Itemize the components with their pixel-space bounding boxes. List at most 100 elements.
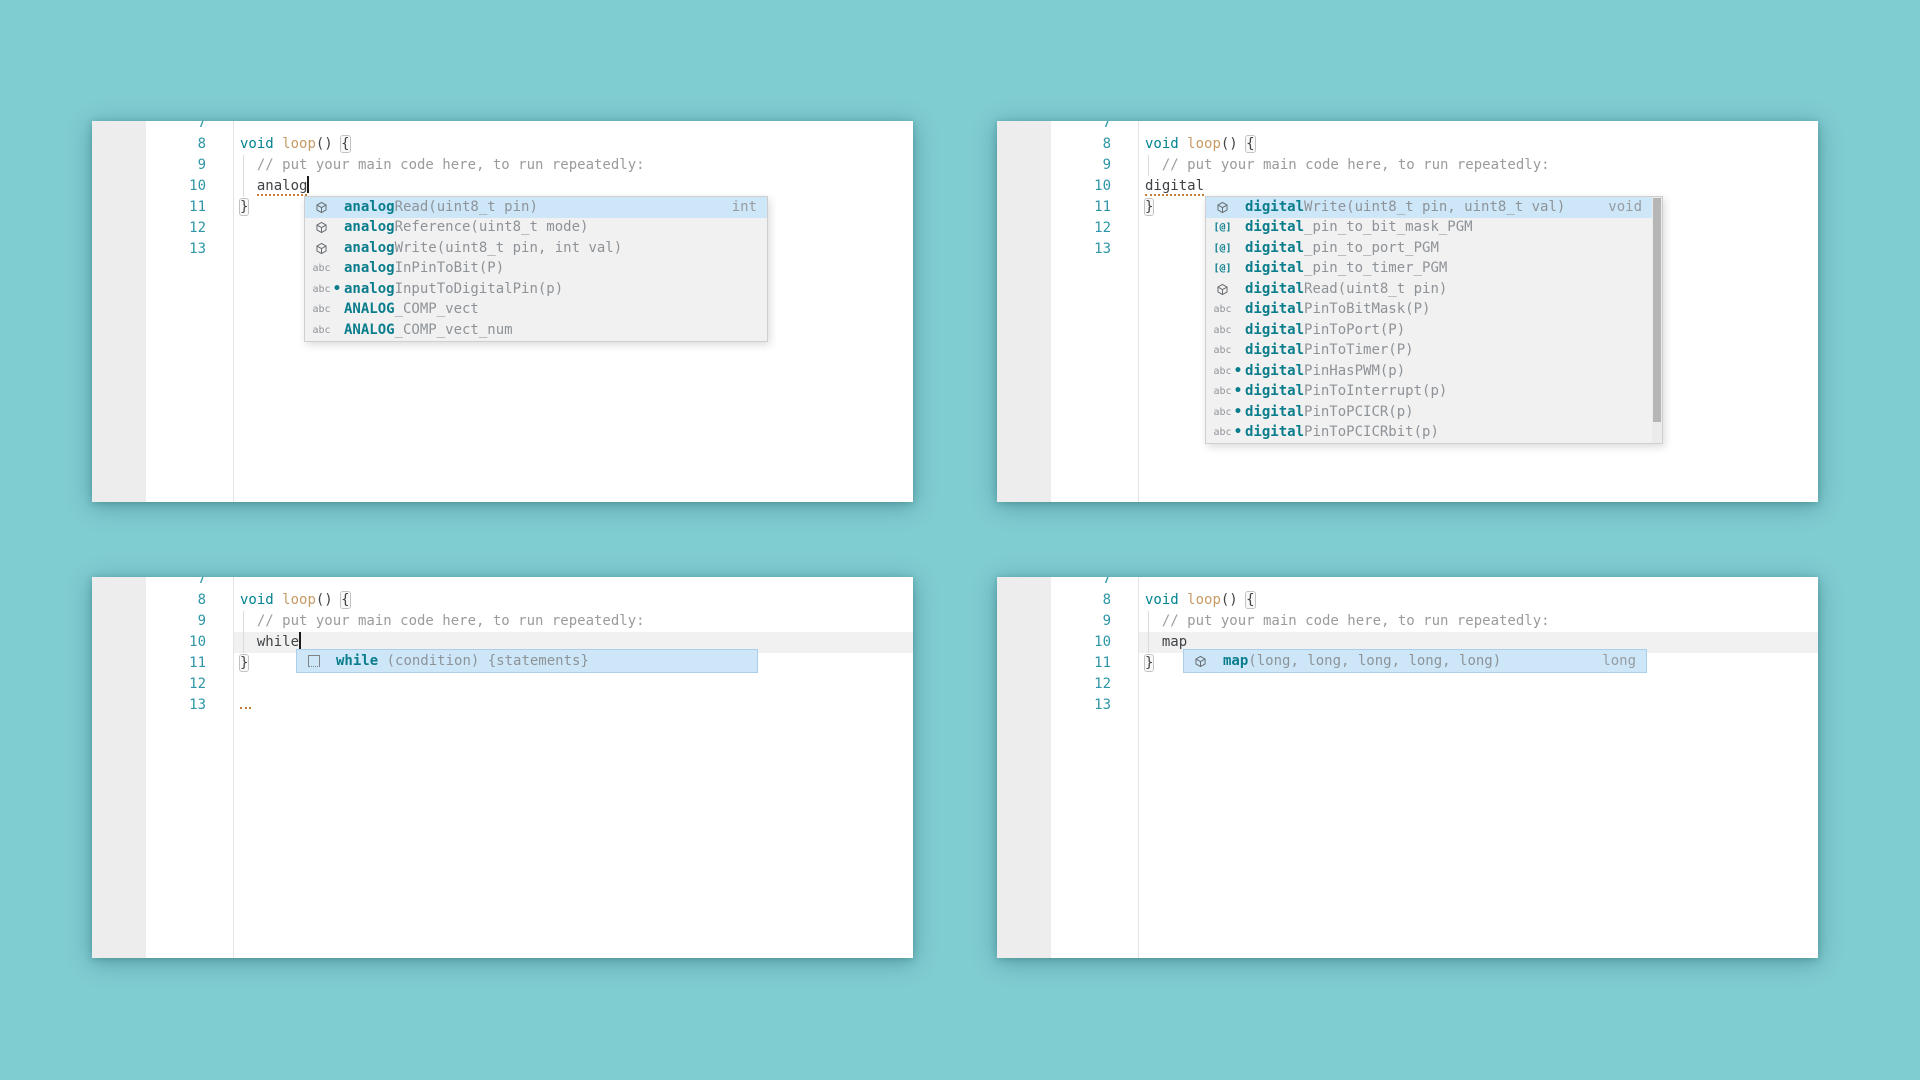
completion-label: digitalPinToTimer(P) bbox=[1245, 341, 1414, 362]
completion-item[interactable]: abc • digitalPinToPCICRbit(p) bbox=[1206, 423, 1662, 444]
code-token: loop bbox=[1187, 136, 1221, 152]
code-line[interactable]: 9 // put your main code here, to run rep… bbox=[92, 155, 913, 176]
popup-scrollbar[interactable] bbox=[1652, 197, 1662, 443]
line-number: 11 bbox=[1094, 655, 1111, 671]
stage: 7 8 void loop() {9 // put your main code h… bbox=[0, 0, 1920, 1080]
text-icon: abc bbox=[312, 259, 330, 280]
completion-item[interactable]: abc • analogInputToDigitalPin(p) bbox=[305, 279, 767, 300]
completion-rest: PinToInterrupt(p) bbox=[1304, 383, 1448, 400]
code-line[interactable]: 12 bbox=[92, 674, 913, 695]
line-number: 10 bbox=[189, 178, 206, 194]
code-text: digital bbox=[1145, 176, 1205, 197]
code-text: void loop() { bbox=[240, 134, 350, 155]
code-token: analog bbox=[256, 178, 308, 196]
completion-rest: (long, long, long, long, long) bbox=[1248, 652, 1502, 669]
completion-item[interactable]: digitalRead(uint8_t pin) bbox=[1206, 279, 1662, 300]
completion-label: digitalWrite(uint8_t pin, uint8_t val) bbox=[1245, 197, 1565, 218]
completion-label: analogRead(uint8_t pin) bbox=[344, 197, 538, 218]
completion-label: analogInPinToBit(P) bbox=[344, 259, 504, 280]
completion-item[interactable]: abc digitalPinToTimer(P) bbox=[1206, 341, 1662, 362]
popup-scrollbar-thumb[interactable] bbox=[1653, 198, 1661, 422]
autocomplete-popup: digitalWrite(uint8_t pin, uint8_t val) vo… bbox=[1205, 196, 1663, 444]
text-icon-glyph: abc bbox=[1213, 386, 1232, 398]
text-cursor bbox=[307, 176, 310, 193]
code-text: analog bbox=[240, 176, 310, 197]
completion-item[interactable]: while (condition) {statements} bbox=[296, 649, 758, 673]
completion-prefix: while bbox=[336, 652, 379, 669]
code-line[interactable]: 7 bbox=[92, 577, 913, 590]
code-token: // put your main code here, to run repea… bbox=[256, 613, 645, 629]
field-icon-glyph: [@] bbox=[1213, 222, 1232, 234]
line-number: 11 bbox=[1094, 199, 1111, 215]
completion-item[interactable]: [@] digital_pin_to_bit_mask_PGM bbox=[1206, 218, 1662, 239]
text-icon-glyph: abc bbox=[312, 304, 331, 316]
completion-rest: Write(uint8_t pin, int val) bbox=[394, 239, 623, 256]
code-line[interactable]: 10 digital bbox=[997, 176, 1818, 197]
completion-item[interactable]: [@] digital_pin_to_timer_PGM bbox=[1206, 259, 1662, 280]
code-text: void loop() { bbox=[1145, 134, 1255, 155]
completion-rest: InputToDigitalPin(p) bbox=[394, 280, 564, 297]
code-line[interactable]: 8 void loop() { bbox=[92, 590, 913, 611]
completion-rest: _pin_to_timer_PGM bbox=[1304, 260, 1448, 277]
code-text bbox=[240, 695, 251, 716]
line-number: 8 bbox=[1102, 592, 1111, 608]
code-token: () bbox=[1220, 136, 1238, 152]
completion-return-type: long bbox=[1602, 652, 1636, 669]
code-token: () bbox=[1220, 592, 1238, 608]
completion-item[interactable]: [@] digital_pin_to_port_PGM bbox=[1206, 238, 1662, 259]
completion-item[interactable]: analogRead(uint8_t pin) int bbox=[305, 197, 767, 218]
completion-item[interactable]: abc ANALOG_COMP_vect_num bbox=[305, 320, 767, 341]
completion-item[interactable]: abc • digitalPinToInterrupt(p) bbox=[1206, 382, 1662, 403]
code-line[interactable]: 7 bbox=[997, 577, 1818, 590]
code-line[interactable]: 9 // put your main code here, to run rep… bbox=[92, 611, 913, 632]
completion-rest: Read(uint8_t pin) bbox=[1304, 280, 1448, 297]
completion-item[interactable]: abc • digitalPinToPCICR(p) bbox=[1206, 402, 1662, 423]
completion-item[interactable]: abc • digitalPinHasPWM(p) bbox=[1206, 361, 1662, 382]
code-token: while bbox=[256, 634, 300, 650]
completion-item[interactable]: abc ANALOG_COMP_vect bbox=[305, 300, 767, 321]
completion-prefix: digital bbox=[1245, 424, 1305, 441]
text-icon-glyph: abc bbox=[1213, 406, 1232, 418]
function-icon bbox=[313, 221, 330, 234]
completion-prefix: analog bbox=[344, 198, 395, 215]
completion-item[interactable]: abc digitalPinToBitMask(P) bbox=[1206, 300, 1662, 321]
code-line[interactable]: 8 void loop() { bbox=[997, 134, 1818, 155]
line-number: 12 bbox=[1094, 676, 1111, 692]
completion-item[interactable]: map(long, long, long, long, long) long bbox=[1183, 649, 1647, 673]
code-line[interactable]: 13 bbox=[92, 695, 913, 716]
line-number: 7 bbox=[1102, 577, 1111, 587]
code-token: // put your main code here, to run repea… bbox=[1161, 613, 1550, 629]
completion-bullet: • bbox=[332, 280, 342, 297]
code-line[interactable]: 9 // put your main code here, to run rep… bbox=[997, 611, 1818, 632]
text-icon: abc bbox=[312, 320, 331, 341]
code-line[interactable]: 8 void loop() { bbox=[997, 590, 1818, 611]
code-line[interactable]: 8 void loop() { bbox=[92, 134, 913, 155]
function-icon bbox=[313, 201, 330, 214]
completion-item[interactable]: analogReference(uint8_t mode) bbox=[305, 218, 767, 239]
line-number: 12 bbox=[189, 220, 206, 236]
code-token: } bbox=[1145, 655, 1154, 671]
completion-item[interactable]: analogWrite(uint8_t pin, int val) bbox=[305, 238, 767, 259]
code-token: void bbox=[1145, 136, 1179, 152]
code-line[interactable]: 7 bbox=[92, 121, 913, 134]
code-line[interactable]: 7 bbox=[997, 121, 1818, 134]
line-number: 7 bbox=[197, 577, 206, 587]
code-line[interactable]: 12 bbox=[997, 674, 1818, 695]
text-icon-glyph: abc bbox=[312, 324, 331, 336]
code-line[interactable]: 13 bbox=[997, 695, 1818, 716]
code-line[interactable]: 10 analog bbox=[92, 176, 913, 197]
code-token: void bbox=[1145, 592, 1179, 608]
completion-item[interactable]: abc digitalPinToPort(P) bbox=[1206, 320, 1662, 341]
completion-item[interactable]: abc analogInPinToBit(P) bbox=[305, 259, 767, 280]
code-line[interactable]: 9 // put your main code here, to run rep… bbox=[997, 155, 1818, 176]
completion-rest: PinToPCICRbit(p) bbox=[1304, 424, 1439, 441]
function-icon bbox=[313, 242, 330, 255]
completion-item[interactable]: digitalWrite(uint8_t pin, uint8_t val) vo… bbox=[1206, 197, 1662, 218]
completion-label: analogInputToDigitalPin(p) bbox=[344, 279, 563, 300]
line-number: 9 bbox=[197, 157, 206, 173]
